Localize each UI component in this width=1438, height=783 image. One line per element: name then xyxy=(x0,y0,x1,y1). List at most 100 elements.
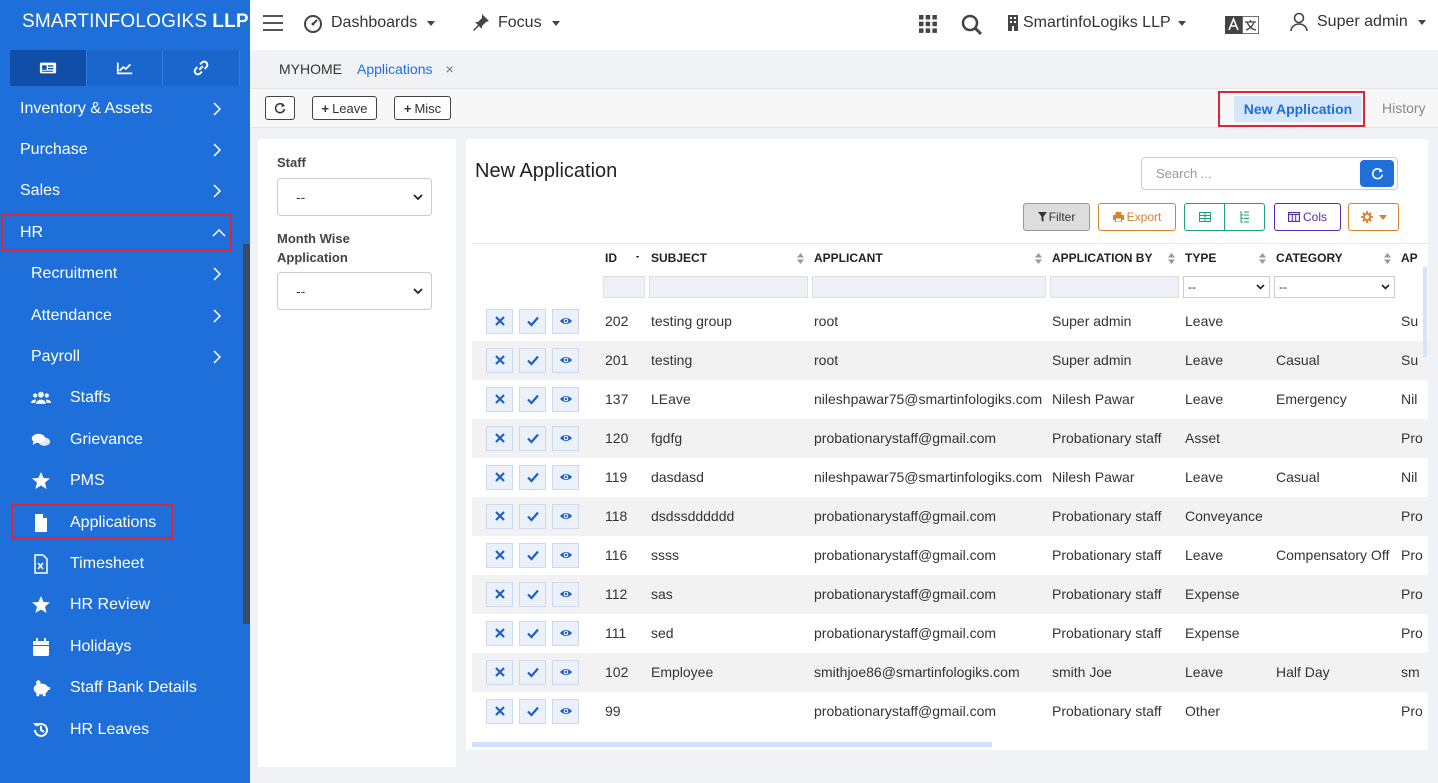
table-horizontal-scrollbar[interactable] xyxy=(472,742,992,747)
table-row[interactable]: 102 Employee smithjoe86@smartinfologiks.co… xyxy=(472,652,1428,692)
sidebar-tab-links[interactable] xyxy=(163,50,241,86)
reject-button[interactable] xyxy=(486,503,513,529)
applicant-filter-input[interactable] xyxy=(812,275,1046,298)
add-misc-button[interactable]: + Misc xyxy=(394,96,451,120)
table-row[interactable]: 202 testing group root Super admin Leave Su xyxy=(472,302,1428,341)
company-selector[interactable]: SmartinfoLogiks LLP xyxy=(1008,14,1186,32)
reject-button[interactable] xyxy=(486,308,513,334)
table-row[interactable]: 137 LEave nileshpawar75@smartinfologiks.co… xyxy=(472,380,1428,419)
settings-button[interactable] xyxy=(1348,203,1399,231)
approve-button[interactable] xyxy=(519,659,546,685)
view-button[interactable] xyxy=(552,503,579,529)
category-filter-select[interactable]: -- xyxy=(1274,275,1395,298)
search-refresh-button[interactable] xyxy=(1360,160,1394,187)
reject-button[interactable] xyxy=(486,347,513,373)
application-by-filter-input[interactable] xyxy=(1050,275,1179,298)
tree-view-button[interactable] xyxy=(1224,203,1265,231)
tab-new-application[interactable]: New Application xyxy=(1234,96,1362,122)
column-header-category[interactable]: CATEGORY xyxy=(1272,243,1397,272)
column-header-subject[interactable]: SUBJECT xyxy=(647,243,810,272)
sidebar-item-pms[interactable]: PMS xyxy=(0,461,250,502)
table-vertical-scrollbar[interactable] xyxy=(1423,267,1427,357)
view-button[interactable] xyxy=(552,386,579,412)
view-button[interactable] xyxy=(552,698,579,724)
reject-button[interactable] xyxy=(486,698,513,724)
sidebar-item-hr[interactable]: HR xyxy=(0,212,250,253)
sidebar-tab-reports[interactable] xyxy=(86,50,164,86)
search-input[interactable]: Search ... xyxy=(1156,166,1212,181)
export-button[interactable]: Export xyxy=(1098,203,1176,231)
column-header-applicant[interactable]: APPLICANT xyxy=(810,243,1048,272)
view-button[interactable] xyxy=(552,308,579,334)
approve-button[interactable] xyxy=(519,347,546,373)
hamburger-menu-icon[interactable] xyxy=(263,15,283,31)
view-button[interactable] xyxy=(552,542,579,568)
tab-history[interactable]: History xyxy=(1382,100,1426,116)
reject-button[interactable] xyxy=(486,542,513,568)
view-button[interactable] xyxy=(552,659,579,685)
table-row[interactable]: 111 sed probationarystaff@gmail.com Probati… xyxy=(472,614,1428,653)
sidebar-item-applications[interactable]: Applications xyxy=(0,502,250,543)
tab-myhome[interactable]: MYHOME xyxy=(279,61,342,77)
sidebar-tab-menu[interactable] xyxy=(10,50,87,86)
column-header-type[interactable]: TYPE xyxy=(1181,243,1272,272)
column-header-id[interactable]: ID xyxy=(601,243,647,272)
id-filter-input[interactable] xyxy=(603,275,645,298)
reject-button[interactable] xyxy=(486,581,513,607)
month-filter-select[interactable]: -- xyxy=(277,272,432,310)
view-button[interactable] xyxy=(552,620,579,646)
reject-button[interactable] xyxy=(486,464,513,490)
search-icon[interactable] xyxy=(961,14,983,36)
view-button[interactable] xyxy=(552,464,579,490)
filter-button[interactable]: Filter xyxy=(1023,203,1090,231)
sidebar-item-grievance[interactable]: Grievance xyxy=(0,419,250,460)
table-view-button[interactable] xyxy=(1184,203,1225,231)
refresh-button[interactable] xyxy=(265,96,295,120)
sidebar-scrollbar[interactable] xyxy=(243,244,250,624)
sidebar-item-timesheet[interactable]: Timesheet xyxy=(0,543,250,584)
user-menu[interactable]: Super admin xyxy=(1290,12,1426,32)
sidebar-item-staff-bank-details[interactable]: Staff Bank Details xyxy=(0,667,250,708)
column-header-application-by[interactable]: APPLICATION BY xyxy=(1048,243,1181,272)
approve-button[interactable] xyxy=(519,581,546,607)
table-row[interactable]: 112 sas probationarystaff@gmail.com Probati… xyxy=(472,574,1428,614)
subject-filter-input[interactable] xyxy=(649,275,808,298)
table-row[interactable]: 119 dasdasd nileshpawar75@smartinfologiks.… xyxy=(472,458,1428,497)
language-translate-icon[interactable] xyxy=(1225,16,1259,34)
sidebar-item-payroll[interactable]: Payroll xyxy=(0,336,250,377)
type-filter-select[interactable]: -- xyxy=(1183,275,1270,298)
staff-filter-select[interactable]: -- xyxy=(277,178,432,216)
focus-menu[interactable]: Focus xyxy=(472,13,560,33)
add-leave-button[interactable]: + Leave xyxy=(312,96,377,120)
sidebar-item-holidays[interactable]: Holidays xyxy=(0,626,250,667)
dashboards-menu[interactable]: Dashboards xyxy=(303,13,436,33)
sidebar-item-sales[interactable]: Sales xyxy=(0,171,250,212)
view-button[interactable] xyxy=(552,581,579,607)
columns-button[interactable]: Cols xyxy=(1274,203,1341,231)
table-row[interactable]: 201 testing root Super admin Leave Casual Su xyxy=(472,340,1428,380)
reject-button[interactable] xyxy=(486,425,513,451)
table-row[interactable]: 99 probationarystaff@gmail.com Probationar… xyxy=(472,692,1428,731)
approve-button[interactable] xyxy=(519,425,546,451)
sidebar-item-inventory-assets[interactable]: Inventory & Assets xyxy=(0,88,250,129)
reject-button[interactable] xyxy=(486,659,513,685)
sidebar-item-attendance[interactable]: Attendance xyxy=(0,295,250,336)
sidebar-item-hr-review[interactable]: HR Review xyxy=(0,585,250,626)
table-row[interactable]: 120 fgdfg probationarystaff@gmail.com Proba… xyxy=(472,418,1428,458)
reject-button[interactable] xyxy=(486,386,513,412)
approve-button[interactable] xyxy=(519,503,546,529)
sidebar-item-recruitment[interactable]: Recruitment xyxy=(0,254,250,295)
approve-button[interactable] xyxy=(519,620,546,646)
brand-logo[interactable]: SMARTINFOLOGIKS LLP xyxy=(0,0,250,44)
view-button[interactable] xyxy=(552,425,579,451)
approve-button[interactable] xyxy=(519,386,546,412)
sidebar-item-purchase[interactable]: Purchase xyxy=(0,129,250,170)
approve-button[interactable] xyxy=(519,464,546,490)
view-button[interactable] xyxy=(552,347,579,373)
approve-button[interactable] xyxy=(519,308,546,334)
reject-button[interactable] xyxy=(486,620,513,646)
close-tab-icon[interactable]: × xyxy=(446,61,454,77)
approve-button[interactable] xyxy=(519,542,546,568)
approve-button[interactable] xyxy=(519,698,546,724)
sidebar-item-staffs[interactable]: Staffs xyxy=(0,378,250,419)
